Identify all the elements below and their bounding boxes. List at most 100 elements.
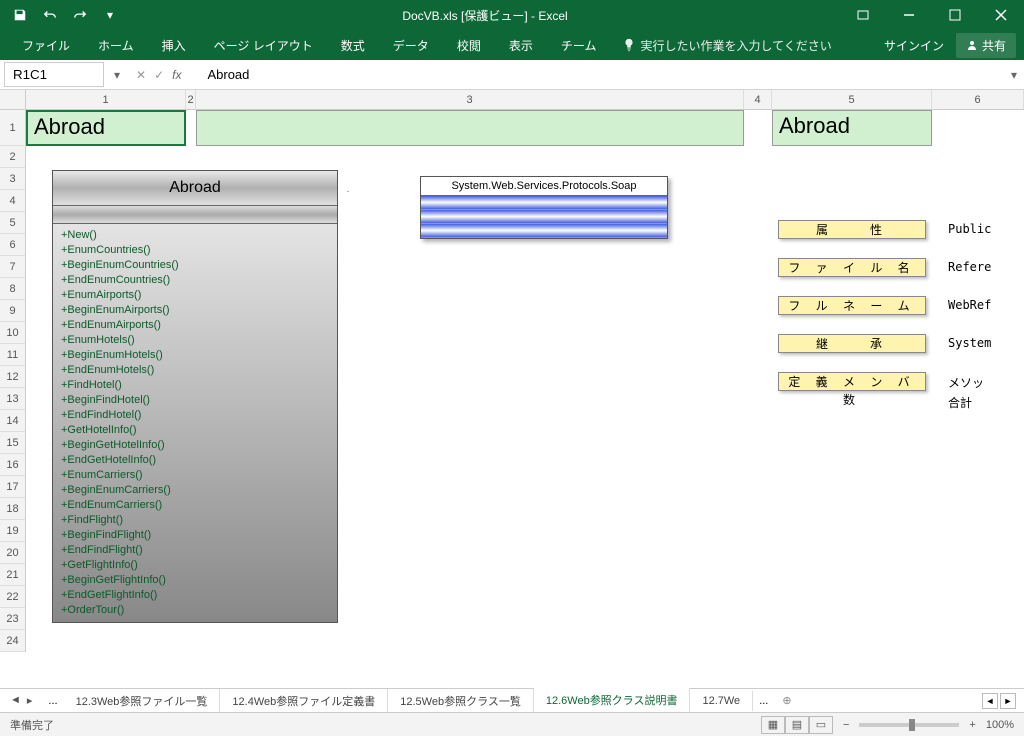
row-header[interactable]: 16: [0, 454, 26, 476]
col-header[interactable]: 2: [186, 90, 196, 109]
stripe: [421, 196, 667, 210]
tab-view[interactable]: 表示: [495, 31, 547, 60]
qat-dropdown-icon[interactable]: ▾: [98, 3, 122, 27]
tabs-overflow-left[interactable]: ...: [42, 695, 63, 707]
row-header[interactable]: 24: [0, 630, 26, 652]
sheet-tab-active[interactable]: 12.6Web参照クラス説明書: [534, 688, 691, 714]
tab-file[interactable]: ファイル: [8, 31, 84, 60]
zoom-thumb[interactable]: [909, 719, 915, 731]
row-header[interactable]: 13: [0, 388, 26, 410]
formula-input[interactable]: [199, 63, 1004, 86]
property-label-filename[interactable]: フ ァ イ ル 名: [778, 258, 926, 277]
sheet-tab[interactable]: 12.4Web参照ファイル定義書: [220, 689, 388, 713]
view-normal-icon[interactable]: ▦: [761, 716, 785, 734]
zoom-slider[interactable]: [859, 723, 959, 727]
tab-formulas[interactable]: 数式: [327, 31, 379, 60]
worksheet-area[interactable]: 1 2 3 4 5 6 1 2 3 4 5 6 7 8 9 10 11 12 1…: [0, 90, 1024, 690]
save-icon[interactable]: [8, 3, 32, 27]
close-icon[interactable]: [978, 0, 1024, 30]
hscroll-left-icon[interactable]: ◄: [982, 693, 998, 709]
zoom-level[interactable]: 100%: [986, 719, 1014, 731]
row-header[interactable]: 18: [0, 498, 26, 520]
tab-nav-first-icon[interactable]: ◄: [8, 694, 23, 707]
tab-insert[interactable]: 挿入: [148, 31, 200, 60]
property-label-fullname[interactable]: フ ル ネ ー ム: [778, 296, 926, 315]
fx-icon[interactable]: fx: [172, 68, 189, 82]
sheet-tab[interactable]: 12.5Web参照クラス一覧: [388, 689, 534, 713]
row-header[interactable]: 12: [0, 366, 26, 388]
row-header[interactable]: 10: [0, 322, 26, 344]
row-header[interactable]: 1: [0, 110, 26, 146]
formula-expand-icon[interactable]: ▾: [1004, 68, 1024, 82]
minimize-icon[interactable]: [886, 0, 932, 30]
class-member: +OrderTour(): [61, 603, 329, 618]
row-header[interactable]: 4: [0, 190, 26, 212]
share-button[interactable]: 共有: [956, 33, 1016, 58]
row-header[interactable]: 14: [0, 410, 26, 432]
row-headers: 1 2 3 4 5 6 7 8 9 10 11 12 13 14 15 16 1…: [0, 110, 26, 652]
cells[interactable]: Abroad Abroad Abroad +New() +EnumCountri…: [26, 110, 1024, 652]
class-member: +New(): [61, 228, 329, 243]
tab-home[interactable]: ホーム: [84, 31, 148, 60]
cell-r1c3[interactable]: [196, 110, 744, 146]
tab-data[interactable]: データ: [379, 31, 443, 60]
row-header[interactable]: 8: [0, 278, 26, 300]
col-header[interactable]: 3: [196, 90, 744, 109]
name-box[interactable]: [4, 62, 104, 87]
window-title: DocVB.xls [保護ビュー] - Excel: [130, 7, 840, 24]
row-header[interactable]: 6: [0, 234, 26, 256]
col-header[interactable]: 6: [932, 90, 1024, 109]
maximize-icon[interactable]: [932, 0, 978, 30]
sheet-tab[interactable]: 12.3Web参照ファイル一覧: [64, 689, 221, 713]
property-label-inherits[interactable]: 継 承: [778, 334, 926, 353]
row-header[interactable]: 17: [0, 476, 26, 498]
tab-review[interactable]: 校閲: [443, 31, 495, 60]
row-header[interactable]: 7: [0, 256, 26, 278]
row-header[interactable]: 23: [0, 608, 26, 630]
ribbon-display-icon[interactable]: [840, 0, 886, 30]
bulb-icon: [622, 38, 636, 52]
tell-me[interactable]: 実行したい作業を入力してください: [610, 37, 843, 54]
cell-r1c1[interactable]: Abroad: [26, 110, 186, 146]
select-all-corner[interactable]: [0, 90, 26, 109]
row-header[interactable]: 11: [0, 344, 26, 366]
col-header[interactable]: 4: [744, 90, 772, 109]
zoom-out-icon[interactable]: −: [843, 719, 849, 731]
hscroll-right-icon[interactable]: ►: [1000, 693, 1016, 709]
property-label-member-count[interactable]: 定 義 メ ン バ 数: [778, 372, 926, 391]
class-diagram-shape[interactable]: Abroad +New() +EnumCountries() +BeginEnu…: [52, 170, 338, 623]
row-header[interactable]: 20: [0, 542, 26, 564]
tab-page-layout[interactable]: ページ レイアウト: [200, 31, 327, 60]
row-header[interactable]: 3: [0, 168, 26, 190]
tab-team[interactable]: チーム: [547, 31, 611, 60]
row-header[interactable]: 15: [0, 432, 26, 454]
property-label-attribute[interactable]: 属 性: [778, 220, 926, 239]
cancel-formula-icon[interactable]: ✕: [136, 68, 146, 82]
cell-r1c5[interactable]: Abroad: [772, 110, 932, 146]
base-class-shape[interactable]: System.Web.Services.Protocols.Soap: [420, 176, 668, 239]
row-header[interactable]: 9: [0, 300, 26, 322]
class-member: +BeginEnumHotels(): [61, 348, 329, 363]
property-value: メソッ: [948, 374, 984, 391]
row-header[interactable]: 19: [0, 520, 26, 542]
redo-icon[interactable]: [68, 3, 92, 27]
signin-link[interactable]: サインイン: [884, 37, 944, 54]
class-member: +BeginEnumAirports(): [61, 303, 329, 318]
col-header[interactable]: 1: [26, 90, 186, 109]
row-header[interactable]: 2: [0, 146, 26, 168]
row-header[interactable]: 22: [0, 586, 26, 608]
row-header[interactable]: 21: [0, 564, 26, 586]
sheet-tab[interactable]: 12.7We: [690, 691, 753, 711]
row-header[interactable]: 5: [0, 212, 26, 234]
undo-icon[interactable]: [38, 3, 62, 27]
tabs-overflow-right[interactable]: ...: [753, 695, 774, 707]
tab-nav-prev-icon[interactable]: ▸: [25, 694, 35, 707]
add-sheet-icon[interactable]: ⊕: [774, 694, 799, 707]
enter-formula-icon[interactable]: ✓: [154, 68, 164, 82]
zoom-in-icon[interactable]: +: [969, 719, 975, 731]
view-page-layout-icon[interactable]: ▤: [785, 716, 809, 734]
view-page-break-icon[interactable]: ▭: [809, 716, 833, 734]
name-box-dropdown-icon[interactable]: ▾: [108, 68, 126, 82]
col-header[interactable]: 5: [772, 90, 932, 109]
inheritance-arrow-icon: [340, 190, 422, 192]
